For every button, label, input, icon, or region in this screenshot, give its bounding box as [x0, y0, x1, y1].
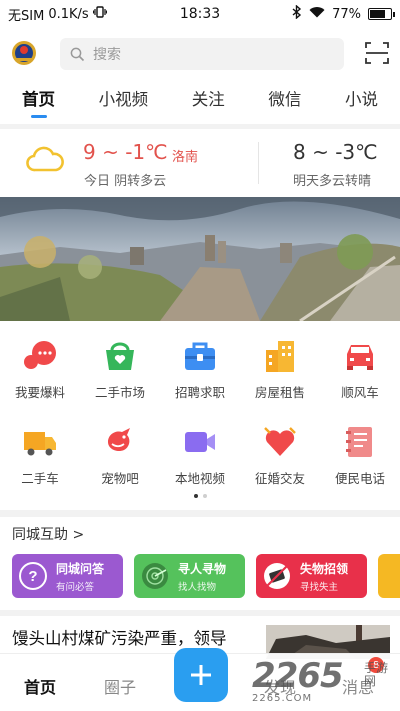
- search-input[interactable]: 搜索: [60, 38, 344, 70]
- help-card-title: 寻人寻物: [178, 561, 227, 576]
- search-icon: [70, 47, 85, 61]
- tab-wechat[interactable]: 微信: [268, 86, 301, 122]
- network-speed: 0.1K/s: [48, 6, 89, 22]
- police-badge-logo[interactable]: [10, 38, 38, 68]
- grid-item-label: 顺风车: [341, 385, 379, 400]
- page-indicator: [0, 494, 400, 498]
- tab-follow[interactable]: 关注: [192, 86, 225, 122]
- tab-home[interactable]: 首页: [22, 86, 55, 122]
- briefcase-icon: [185, 342, 215, 370]
- wallet-icon: [264, 563, 290, 589]
- divider: [0, 610, 400, 616]
- grid-item-label: 二手市场: [94, 385, 145, 400]
- city-name[interactable]: 洛南: [172, 146, 198, 165]
- plus-icon: [191, 665, 211, 685]
- wifi-icon: [309, 6, 325, 22]
- svg-text:?: ?: [28, 568, 37, 585]
- grid-item-label: 征婚交友: [254, 471, 305, 486]
- help-card-title: 同城问答: [56, 561, 105, 576]
- grid-item-report[interactable]: 我要爆料: [2, 338, 78, 424]
- weather-widget[interactable]: 9 ~ -1℃ 洛南 今日 阴转多云 8 ~ -3℃ 明天多云转晴: [0, 130, 400, 196]
- divider: [0, 124, 400, 129]
- buildings-icon: [266, 341, 294, 372]
- page-dot-active: [193, 494, 198, 498]
- message-count-badge: 8: [368, 657, 384, 673]
- nav-home[interactable]: 首页: [24, 674, 56, 698]
- bottom-navigation: 首页 圈子 发现 消息 8: [0, 648, 400, 711]
- page-dot: [202, 494, 207, 498]
- truck-icon: [24, 432, 56, 456]
- search-placeholder: 搜索: [93, 47, 121, 63]
- grid-item-label: 招聘求职: [174, 385, 225, 400]
- service-grid: 我要爆料 二手市场 招聘求职 房屋租售 顺风车 二手车 宠物吧 本地视频 征婚交…: [0, 338, 400, 510]
- today-temperature: 9 ~ -1℃: [83, 140, 168, 164]
- chat-bubbles-icon: [24, 341, 56, 369]
- cloud-icon: [26, 146, 64, 172]
- nav-messages[interactable]: 消息: [342, 674, 374, 698]
- city-banner-image[interactable]: [0, 197, 400, 321]
- help-card-title: 失物招领: [300, 561, 349, 576]
- help-cards: ? 同城问答 有问必答 寻人寻物 找人找物 失物招领 寻找失主: [12, 554, 400, 598]
- tab-short-video[interactable]: 小视频: [99, 86, 149, 122]
- shopping-basket-icon: [106, 342, 134, 370]
- grid-item-second-hand-market[interactable]: 二手市场: [82, 338, 158, 424]
- help-card-lost-found[interactable]: 失物招领 寻找失主: [256, 554, 367, 598]
- section-title-mutual-help[interactable]: 同城互助 >: [12, 524, 84, 544]
- help-card-more[interactable]: [378, 554, 400, 598]
- grid-item-jobs[interactable]: 招聘求职: [162, 338, 238, 424]
- search-header: 搜索: [0, 36, 400, 72]
- tab-novel[interactable]: 小说: [345, 86, 378, 122]
- heart-icon: [264, 427, 296, 456]
- vibrate-icon: [92, 6, 107, 22]
- grid-item-label: 房屋租售: [254, 385, 305, 400]
- battery-icon: [368, 8, 395, 20]
- publish-button[interactable]: [174, 648, 228, 702]
- help-card-find-people[interactable]: 寻人寻物 找人找物: [134, 554, 245, 598]
- divider: [0, 510, 400, 517]
- today-forecast: 今日 阴转多云: [84, 174, 167, 189]
- grid-item-label: 二手车: [21, 471, 59, 486]
- question-icon: ?: [19, 562, 47, 590]
- nav-discover[interactable]: 发现: [264, 674, 296, 698]
- tomorrow-temperature: 8 ~ -3℃: [293, 140, 378, 164]
- scan-icon[interactable]: [364, 40, 390, 66]
- grid-item-label: 我要爆料: [14, 385, 65, 400]
- channel-tabs: 首页 小视频 关注 微信 小说: [0, 86, 400, 122]
- phonebook-icon: [346, 427, 372, 457]
- nav-circle[interactable]: 圈子: [104, 674, 136, 698]
- radar-icon: [142, 563, 168, 589]
- grid-item-label: 便民电话: [334, 471, 385, 486]
- tomorrow-forecast: 明天多云转晴: [293, 174, 372, 189]
- grid-item-label: 本地视频: [174, 471, 225, 486]
- help-card-qa[interactable]: ? 同城问答 有问必答: [12, 554, 123, 598]
- carrier-text: 无SIM: [8, 8, 45, 24]
- help-card-subtitle: 寻找失主: [300, 581, 339, 593]
- battery-percent: 77%: [332, 6, 361, 22]
- car-icon: [347, 345, 373, 370]
- divider: [258, 142, 259, 184]
- bird-icon: [108, 428, 130, 452]
- bluetooth-icon: [292, 4, 302, 23]
- status-bar: 无SIM 0.1K/s 18:33 77%: [0, 0, 400, 28]
- help-card-subtitle: 找人找物: [178, 581, 217, 593]
- video-camera-icon: [185, 432, 215, 452]
- grid-item-carpool[interactable]: 顺风车: [322, 338, 398, 424]
- grid-item-housing[interactable]: 房屋租售: [242, 338, 318, 424]
- grid-item-label: 宠物吧: [101, 471, 139, 486]
- help-card-subtitle: 有问必答: [56, 581, 95, 593]
